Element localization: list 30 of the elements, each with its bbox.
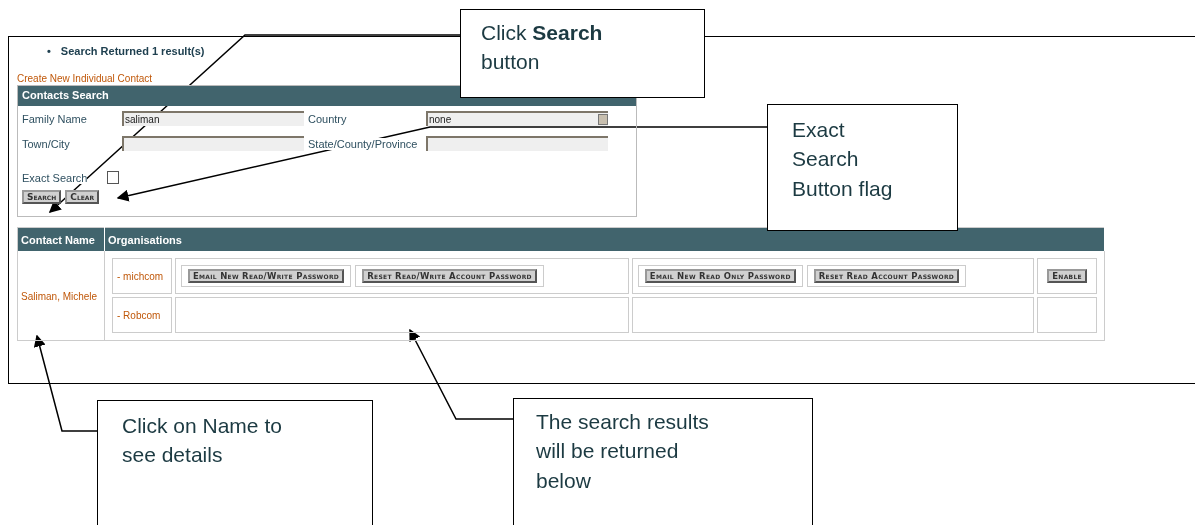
action-button[interactable]: Reset Read Account Password (813, 269, 960, 283)
field-label: Town/City (22, 137, 70, 150)
action-button[interactable]: Enable (1047, 269, 1087, 283)
text-field[interactable] (426, 136, 608, 151)
callout-box: Click Search button (460, 9, 705, 98)
field-label: Country (308, 112, 347, 125)
field-label: State/County/Province (308, 137, 418, 150)
results-message: Search Returned 1 result(s) (60, 45, 205, 57)
field-label: Family Name (22, 112, 87, 125)
search-button[interactable]: Search (22, 190, 62, 204)
button-group-cell (1037, 297, 1097, 333)
organisation-link[interactable]: - michcom (117, 271, 164, 282)
field-label: Exact Search (22, 171, 88, 184)
action-button[interactable]: Email New Read/Write Password (187, 269, 345, 283)
checkbox[interactable] (107, 171, 120, 184)
bullet: • (47, 45, 51, 57)
callout-box: Exact Search Button flag (767, 104, 958, 231)
organisation-link[interactable]: - Robcom (117, 310, 161, 321)
clear-button[interactable]: Clear (65, 190, 100, 204)
callout-box: The search results will be returned below (513, 398, 813, 525)
action-button[interactable]: Reset Read/Write Account Password (362, 269, 537, 283)
action-button[interactable]: Email New Read Only Password (644, 269, 796, 283)
country-dropdown[interactable]: none (426, 111, 608, 126)
column-header: Organisations (104, 227, 1105, 251)
contact-name-link[interactable]: Saliman, Michele (21, 290, 98, 302)
callout-box: Click on Name to see details (97, 400, 373, 525)
create-contact-link[interactable]: Create New Individual Contact (17, 73, 153, 84)
column-header: Contact Name (17, 227, 105, 251)
text-field[interactable] (122, 136, 304, 151)
text-field[interactable]: saliman (122, 111, 304, 126)
